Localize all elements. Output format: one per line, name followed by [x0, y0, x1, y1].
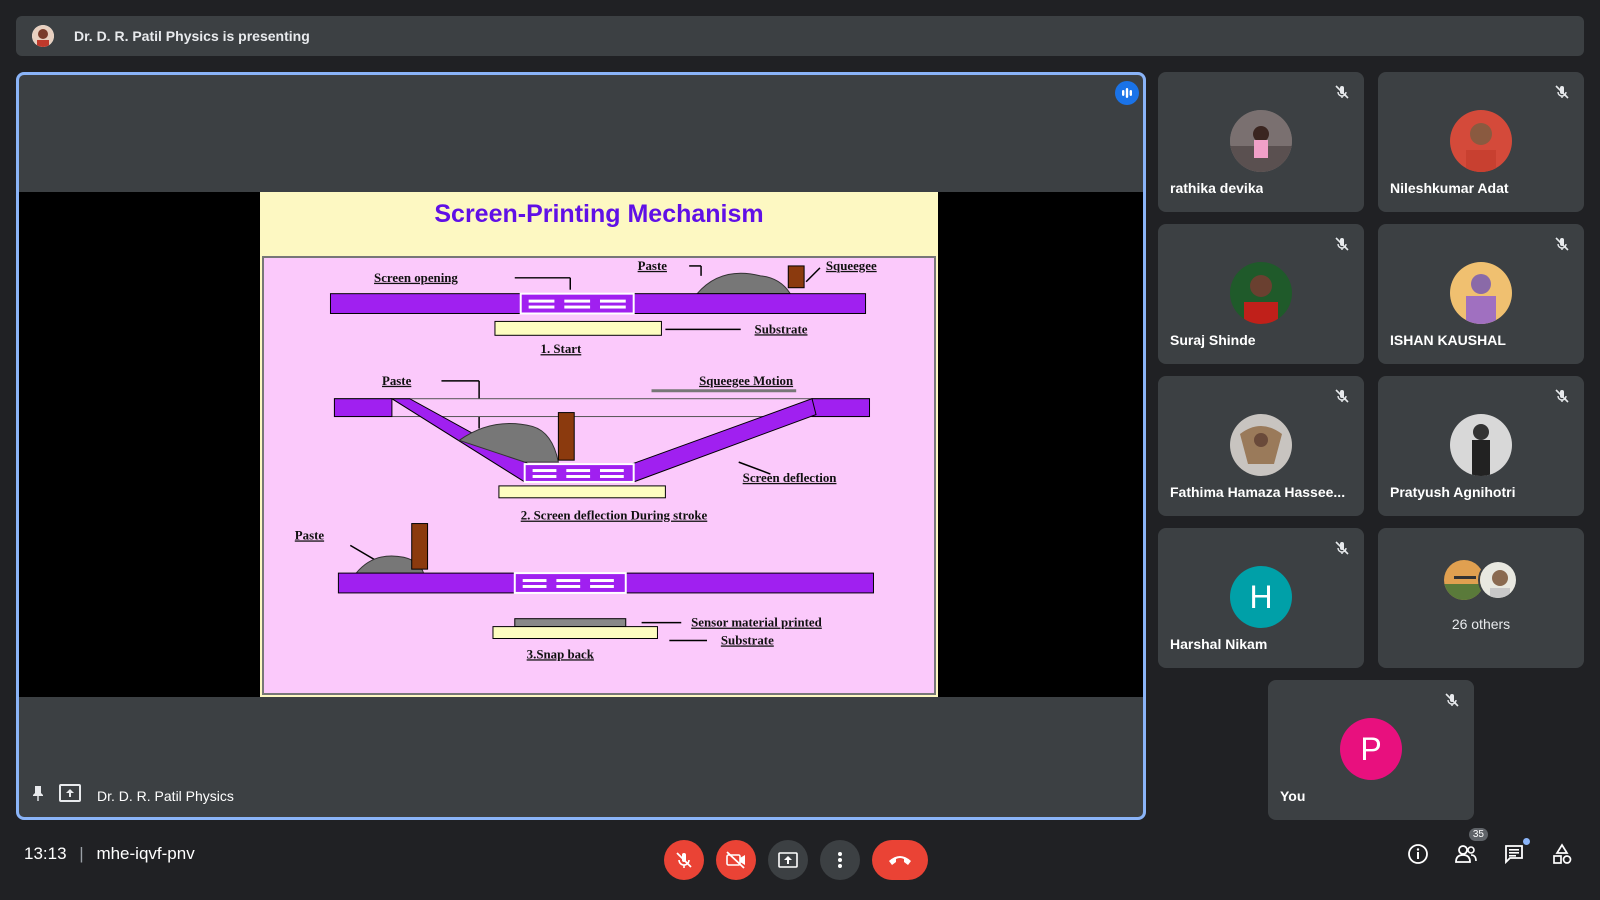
people-button[interactable]: 35: [1452, 828, 1488, 868]
mic-toggle-button[interactable]: [664, 840, 704, 880]
label-step-3: 3.Snap back: [527, 647, 595, 661]
presenting-label: Dr. D. R. Patil Physics is presenting: [74, 28, 310, 44]
label-substrate-1: Substrate: [755, 322, 808, 336]
meeting-info: 13:13 | mhe-iqvf-pnv: [24, 844, 195, 864]
participant-avatar: [1450, 110, 1512, 172]
people-icon: [1455, 845, 1477, 863]
bottom-bar: 13:13 | mhe-iqvf-pnv 35: [0, 828, 1600, 890]
self-initial-avatar: P: [1340, 718, 1402, 780]
leave-call-button[interactable]: [872, 840, 928, 880]
presentation-stage[interactable]: Screen-Printing Mechanism Screen opening…: [16, 72, 1146, 820]
chat-button[interactable]: [1500, 838, 1530, 868]
stage-footer: Dr. D. R. Patil Physics: [29, 784, 234, 807]
participant-name: Pratyush Agnihotri: [1390, 484, 1516, 500]
participant-avatar: [1230, 262, 1292, 324]
more-vert-icon: [838, 852, 842, 868]
label-screen-deflection: Screen deflection: [743, 471, 837, 485]
participant-name: Nileshkumar Adat: [1390, 180, 1509, 196]
participant-tile[interactable]: Suraj Shinde: [1158, 224, 1364, 364]
label-paste-2: Paste: [382, 374, 412, 388]
meeting-details-button[interactable]: [1404, 840, 1432, 868]
call-controls: [664, 840, 928, 880]
pin-icon[interactable]: [29, 784, 47, 807]
present-screen-icon: [778, 852, 798, 868]
mic-off-icon: [1554, 84, 1570, 105]
participant-avatar: [1450, 414, 1512, 476]
mic-off-icon: [676, 852, 692, 868]
clock-time: 13:13: [24, 844, 67, 863]
mic-off-icon: [1554, 236, 1570, 257]
label-squeegee: Squeegee: [826, 259, 877, 273]
participant-name: Fathima Hamaza Hassee...: [1170, 484, 1346, 500]
participant-avatar: [1230, 110, 1292, 172]
participant-tile[interactable]: H Harshal Nikam: [1158, 528, 1364, 668]
participant-tile[interactable]: rathika devika: [1158, 72, 1364, 212]
presenter-name: Dr. D. R. Patil Physics: [97, 787, 234, 804]
mic-off-icon: [1334, 388, 1350, 409]
participant-name: Suraj Shinde: [1170, 332, 1256, 348]
activities-icon: [1553, 843, 1572, 864]
separator: |: [79, 844, 84, 863]
label-step-1: 1. Start: [541, 342, 582, 356]
self-name: You: [1280, 788, 1306, 804]
others-count: 26 others: [1451, 616, 1511, 632]
chat-unread-dot: [1523, 838, 1530, 845]
others-tile[interactable]: 26 others: [1378, 528, 1584, 668]
label-paste-3: Paste: [295, 528, 325, 542]
slide-title: Screen-Printing Mechanism: [434, 200, 764, 228]
participant-name: rathika devika: [1170, 180, 1264, 196]
presenter-avatar: [32, 25, 54, 47]
participant-avatar: [1450, 262, 1512, 324]
self-tile[interactable]: P You: [1268, 680, 1474, 820]
screen-printing-diagram: Screen opening Paste Squeegee Substrate …: [295, 259, 877, 661]
participant-tile[interactable]: Pratyush Agnihotri: [1378, 376, 1584, 516]
present-screen-icon: [59, 784, 81, 807]
participant-tile[interactable]: ISHAN KAUSHAL: [1378, 224, 1584, 364]
participant-name: Harshal Nikam: [1170, 636, 1268, 652]
speaking-indicator-icon: [1115, 81, 1139, 105]
people-count-badge: 35: [1468, 828, 1488, 841]
camera-toggle-button[interactable]: [716, 840, 756, 880]
label-squeegee-motion: Squeegee Motion: [699, 374, 793, 388]
mic-off-icon: [1334, 540, 1350, 561]
present-now-button[interactable]: [768, 840, 808, 880]
chat-icon: [1505, 845, 1523, 865]
shared-screen: Screen-Printing Mechanism Screen opening…: [19, 192, 1143, 697]
participant-avatar: [1230, 414, 1292, 476]
participant-name: ISHAN KAUSHAL: [1390, 332, 1506, 348]
mic-off-icon: [1444, 692, 1460, 713]
activities-button[interactable]: [1548, 840, 1576, 868]
label-sensor-material: Sensor material printed: [691, 616, 822, 630]
label-step-2: 2. Screen deflection During stroke: [521, 509, 708, 523]
slide-diagram: Screen opening Paste Squeegee Substrate …: [262, 256, 936, 695]
camera-off-icon: [726, 851, 745, 869]
presenting-banner: Dr. D. R. Patil Physics is presenting: [16, 16, 1584, 56]
mic-off-icon: [1334, 236, 1350, 257]
hang-up-icon: [889, 856, 911, 865]
mic-off-icon: [1554, 388, 1570, 409]
participant-initial-avatar: H: [1230, 566, 1292, 628]
label-screen-opening: Screen opening: [374, 271, 458, 285]
slide: Screen-Printing Mechanism Screen opening…: [260, 192, 938, 697]
participant-tile[interactable]: Nileshkumar Adat: [1378, 72, 1584, 212]
meeting-code: mhe-iqvf-pnv: [96, 844, 195, 863]
mic-off-icon: [1334, 84, 1350, 105]
more-options-button[interactable]: [820, 840, 860, 880]
side-panel-buttons: 35: [1404, 828, 1576, 868]
other-avatar: [1478, 560, 1518, 600]
info-icon: [1408, 844, 1428, 864]
participant-tile[interactable]: Fathima Hamaza Hassee...: [1158, 376, 1364, 516]
label-substrate-3: Substrate: [721, 633, 774, 647]
label-paste-1: Paste: [638, 259, 668, 273]
